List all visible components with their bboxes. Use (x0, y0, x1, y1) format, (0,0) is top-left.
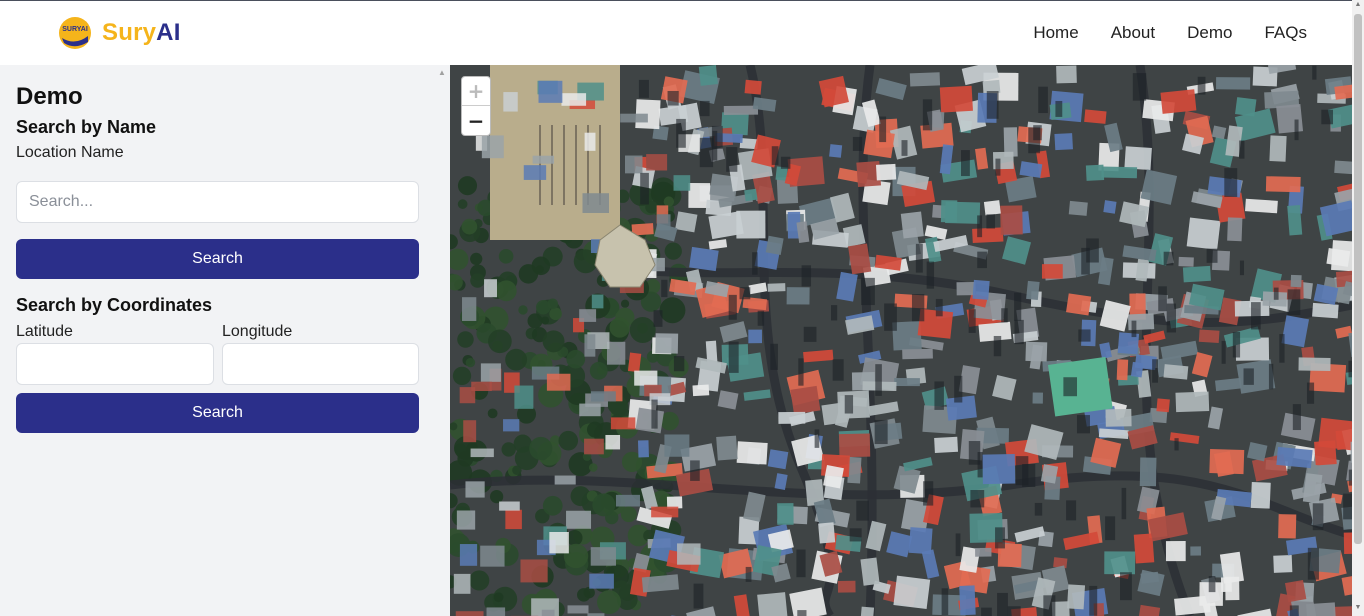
zoom-out-button[interactable]: − (462, 107, 490, 136)
brand-name-part2: AI (156, 19, 181, 46)
latitude-input[interactable] (16, 343, 214, 385)
latitude-label: Latitude (16, 323, 73, 340)
page-scrollbar[interactable]: ▲ ▼ (1352, 0, 1364, 616)
navbar: SURYAI SuryAI Home About Demo FAQs (0, 1, 1352, 65)
location-search-input[interactable] (16, 181, 419, 223)
nav-link-demo[interactable]: Demo (1187, 23, 1232, 43)
nav-link-faqs[interactable]: FAQs (1264, 23, 1307, 43)
nav-links: Home About Demo FAQs (1033, 23, 1307, 43)
search-by-name-button[interactable]: Search (16, 239, 419, 279)
brand-name: SuryAI (102, 19, 181, 47)
nav-link-about[interactable]: About (1111, 23, 1155, 43)
scrollbar-thumb[interactable] (1354, 14, 1362, 544)
search-by-coordinates-heading: Search by Coordinates (16, 295, 213, 315)
zoom-control: + − (461, 76, 491, 136)
scroll-down-icon[interactable]: ▼ (1353, 604, 1363, 611)
brand[interactable]: SURYAI SuryAI (58, 16, 181, 50)
search-by-coordinates-button[interactable]: Search (16, 393, 419, 433)
search-by-name-heading: Search by Name (16, 117, 157, 137)
satellite-map[interactable]: + − (450, 65, 1352, 616)
scroll-up-arrow-icon[interactable]: ▲ (437, 68, 447, 78)
zoom-in-button[interactable]: + (462, 77, 490, 106)
brand-name-part1: Sury (102, 19, 157, 46)
satellite-imagery (450, 65, 1352, 616)
scroll-up-icon[interactable]: ▲ (1353, 1, 1363, 8)
nav-link-home[interactable]: Home (1033, 23, 1078, 43)
logo-icon: SURYAI (59, 17, 91, 49)
page-title: Demo (16, 83, 83, 110)
logo-text: SURYAI (62, 26, 88, 33)
longitude-label: Longitude (222, 323, 293, 340)
location-name-label: Location Name (16, 144, 124, 161)
longitude-input[interactable] (222, 343, 419, 385)
sidebar-panel: ▲ Demo Search by Name Location Name Sear… (0, 65, 450, 616)
